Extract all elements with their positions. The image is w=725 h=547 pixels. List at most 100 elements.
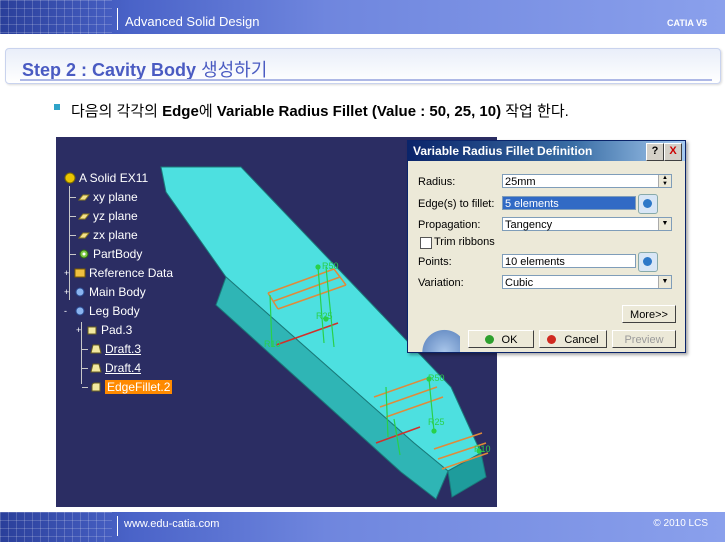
tree-node-label: yz plane <box>93 209 138 223</box>
chevron-down-icon[interactable]: ▼ <box>658 218 671 230</box>
tree-node-root[interactable]: A Solid EX11 <box>64 170 148 186</box>
viewport-label-r50-b: R50 <box>428 373 445 383</box>
help-button[interactable]: ? <box>646 143 664 161</box>
edges-picker-icon[interactable] <box>638 194 658 214</box>
plane-icon <box>77 191 91 203</box>
bullet-marker <box>54 104 60 110</box>
footer-bar: www.edu-catia.com © 2010 LCS <box>0 512 725 542</box>
pad-icon <box>86 324 98 336</box>
points-value: 10 elements <box>505 256 565 268</box>
viewport-label-r10-a: R10 <box>264 339 281 349</box>
expand-icon[interactable]: + <box>64 268 74 278</box>
tree-node-label: PartBody <box>93 247 143 261</box>
radius-value: 25mm <box>505 176 536 188</box>
expand-icon[interactable]: + <box>64 287 74 297</box>
expand-icon[interactable]: + <box>76 325 86 335</box>
tree-node-partbody[interactable]: PartBody <box>70 246 142 262</box>
tree-node-label: A Solid EX11 <box>79 171 149 185</box>
trim-ribbons-label: Trim ribbons <box>434 236 495 248</box>
trim-ribbons-checkbox[interactable] <box>420 237 432 249</box>
viewport-label-r25-b: R25 <box>428 417 445 427</box>
footer-url: www.edu-catia.com <box>124 518 220 530</box>
tree-node-xy-plane[interactable]: xy plane <box>70 189 138 205</box>
slide-title-ko: 생성하기 <box>201 60 268 80</box>
reference-icon <box>74 267 86 279</box>
tree-node-label: xy plane <box>93 190 138 204</box>
viewport-label-r50-a: R50 <box>322 261 339 271</box>
radius-label: Radius: <box>418 176 456 188</box>
header-title: Advanced Solid Design <box>125 14 260 29</box>
bullet-bold-fillet: Variable Radius Fillet (Value : 50, 25, … <box>216 103 502 120</box>
gear-icon <box>78 248 90 260</box>
radius-input[interactable]: 25mm ▲ ▼ <box>502 174 672 188</box>
tree-node-label: Reference Data <box>89 266 174 280</box>
variable-radius-fillet-dialog: Variable Radius Fillet Definition ? X Ra… <box>407 140 686 353</box>
tree-node-yz-plane[interactable]: yz plane <box>70 208 138 224</box>
points-label: Points: <box>418 256 452 268</box>
tree-node-label: Main Body <box>89 285 146 299</box>
dialog-titlebar[interactable]: Variable Radius Fillet Definition ? X <box>408 141 685 161</box>
tree-node-edgefillet2[interactable]: EdgeFillet.2 <box>82 379 173 395</box>
points-picker-icon[interactable] <box>638 252 658 272</box>
draft-icon <box>90 362 102 374</box>
tree-node-leg-body[interactable]: - Leg Body <box>64 303 140 319</box>
tree-node-pad3[interactable]: + Pad.3 <box>76 322 132 338</box>
preview-button[interactable]: Preview <box>612 330 676 348</box>
points-field[interactable]: 10 elements <box>502 254 636 268</box>
footer-grid-decoration <box>0 512 112 542</box>
variation-select[interactable]: Cubic ▼ <box>502 275 672 289</box>
dialog-title: Variable Radius Fillet Definition <box>413 144 593 158</box>
collapse-icon[interactable]: - <box>64 306 74 316</box>
viewport-label-r25-a: R25 <box>316 311 333 321</box>
slide-title-box: Step 2 : Cavity Body 생성하기 <box>5 48 721 84</box>
tree-node-reference-data[interactable]: + Reference Data <box>64 265 173 281</box>
bullet-mid: 에 <box>198 103 217 120</box>
header-bar: Advanced Solid Design CATIA V5 <box>0 0 725 34</box>
tree-node-label: Leg Body <box>89 304 140 318</box>
edges-field[interactable]: 5 elements <box>502 196 636 210</box>
bullet-prefix: 다음의 각각의 <box>71 103 163 120</box>
chevron-down-icon[interactable]: ▼ <box>658 276 671 288</box>
propagation-label: Propagation: <box>418 219 481 231</box>
header-brand: CATIA V5 <box>666 18 707 28</box>
plane-icon <box>77 229 91 241</box>
tree-node-draft3[interactable]: Draft.3 <box>82 341 141 357</box>
fillet-icon <box>90 381 102 393</box>
propagation-select[interactable]: Tangency ▼ <box>502 217 672 231</box>
variation-value: Cubic <box>505 277 534 289</box>
spinner-icon[interactable]: ▲ ▼ <box>658 175 671 187</box>
edges-label: Edge(s) to fillet: <box>418 198 495 210</box>
tree-node-main-body[interactable]: + Main Body <box>64 284 146 300</box>
globe-decoration <box>408 320 460 352</box>
title-underline <box>20 79 712 81</box>
tree-node-label: Draft.3 <box>105 342 142 356</box>
plane-icon <box>77 210 91 222</box>
viewport-label-r10-b: R10 <box>474 444 491 454</box>
edges-value: 5 elements <box>505 198 559 210</box>
draft-icon <box>90 343 102 355</box>
body-icon <box>74 305 86 317</box>
cancel-dot-icon <box>547 335 557 344</box>
tree-node-label: Draft.4 <box>105 361 142 375</box>
footer-copyright: © 2010 LCS <box>653 518 708 529</box>
tree-node-draft4[interactable]: Draft.4 <box>82 360 141 376</box>
bullet-suffix: 작업 한다. <box>501 103 569 120</box>
bullet-text: 다음의 각각의 Edge에 Variable Radius Fillet (Va… <box>71 100 569 121</box>
footer-separator <box>117 516 118 536</box>
ok-button[interactable]: OK <box>468 330 534 348</box>
tree-node-zx-plane[interactable]: zx plane <box>70 227 138 243</box>
body-icon <box>74 286 86 298</box>
tree-node-label: Pad.3 <box>101 323 133 337</box>
ok-dot-icon <box>484 335 494 344</box>
close-button[interactable]: X <box>664 143 682 161</box>
part-icon <box>64 172 76 184</box>
tree-node-label: EdgeFillet.2 <box>105 380 173 394</box>
variation-label: Variation: <box>418 277 464 289</box>
header-separator <box>117 8 118 30</box>
propagation-value: Tangency <box>505 219 553 231</box>
header-grid-decoration <box>0 0 112 34</box>
bullet-bold-edge: Edge <box>162 103 199 120</box>
cancel-button[interactable]: Cancel <box>539 330 607 348</box>
more-button[interactable]: More>> <box>622 305 676 323</box>
cancel-label: Cancel <box>564 334 599 346</box>
